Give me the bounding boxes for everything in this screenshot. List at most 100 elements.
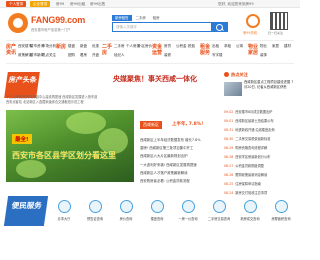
feature-photo[interactable]: 最全! 西安市各区县学区划分看这里 xyxy=(6,110,134,182)
search-tab-rent[interactable]: 租房 xyxy=(150,15,163,21)
nav-link[interactable]: 公寓 xyxy=(236,44,243,49)
hot-list-item[interactable]: 08-25 住房保障申请指南 xyxy=(224,180,294,189)
sub-news: 十三五规划|西安城市副中心建设再提速 西咸新区发展进入快车道 西安北客站 北站新… xyxy=(6,95,132,105)
service-item[interactable]: 新房成交查询 xyxy=(238,200,262,221)
service-item[interactable]: 办事大厅 xyxy=(52,200,76,221)
service-label: 房价查询 xyxy=(119,217,133,221)
nav-link[interactable]: 建材 xyxy=(284,44,291,49)
hot-item-date: 08-30 xyxy=(224,137,234,141)
nav-link[interactable]: 公积金 xyxy=(176,44,187,49)
service-strip: 办事大厅 预售证查询 房价查询 楼盘查询 一房一价查询 二手房交易查询 新房成交查询 房屋面积… xyxy=(40,196,298,248)
personal-login-button[interactable]: 个人登录 xyxy=(6,1,27,7)
hot-list-item[interactable]: 09-01 西咸新区最新土拍结果公布 xyxy=(224,117,294,126)
nav-link[interactable]: 团购 xyxy=(68,53,75,58)
nav-link[interactable]: 看房 xyxy=(80,53,87,58)
nav-link[interactable]: 楼盘 xyxy=(68,44,75,49)
hot-thumb-image[interactable] xyxy=(224,82,242,96)
hot-item-text: 公积金贷款额度调整 xyxy=(235,164,264,168)
nav-link[interactable]: 求租 xyxy=(224,44,231,49)
nav-group-title[interactable]: 物业家居 xyxy=(248,44,258,56)
search-tab-resale[interactable]: 二手房 xyxy=(133,15,149,21)
service-item[interactable]: 二手房交易查询 xyxy=(207,200,231,221)
service-icon xyxy=(150,200,164,213)
service-icon xyxy=(119,200,133,213)
hot-item-date: 09-01 xyxy=(224,119,234,123)
service-label: 新房成交查询 xyxy=(240,217,260,221)
hot-item-text: 地铁新线开通 沿线楼盘走俏 xyxy=(235,128,275,132)
top-link-2[interactable]: 房99出租 xyxy=(70,1,85,7)
hot-item-text: 限购政策最新消息解读 xyxy=(235,173,268,177)
nav-group-title[interactable]: 租金服务 xyxy=(200,44,210,56)
subject-title[interactable]: 上半年, 7.8%! xyxy=(172,121,203,127)
company-login-button[interactable]: 企业登录 xyxy=(30,1,51,7)
search-tab-new[interactable]: 新房租售 xyxy=(112,15,132,21)
nav-link[interactable]: 装修 xyxy=(164,53,171,58)
hot-title: 热点关注 xyxy=(231,72,248,77)
nav-link[interactable]: 装饰 xyxy=(260,53,267,58)
sub-news-item[interactable]: 西安北客站 北站新区入选国家级综合交通枢纽示范工程 xyxy=(6,100,132,105)
hot-list-item[interactable]: 08-26 限购政策最新消息解读 xyxy=(224,171,294,180)
nav-link[interactable]: 税费 xyxy=(188,44,195,49)
qr-code-icon xyxy=(270,12,288,30)
nav-link[interactable]: 出租 xyxy=(212,44,219,49)
service-label: 办事大厅 xyxy=(57,217,71,221)
hot-item-text: 新房交付验收注意事项 xyxy=(235,191,268,195)
service-icon xyxy=(88,200,102,213)
service-item[interactable]: 一房一价查询 xyxy=(176,200,200,221)
service-item[interactable]: 预售证查询 xyxy=(83,200,107,221)
service-icon xyxy=(57,200,71,213)
news-item[interactable]: 西咸新区人才落户政策最新解读 xyxy=(140,169,222,177)
search-button[interactable] xyxy=(212,22,228,32)
hotline-label: 房99热线 xyxy=(243,31,258,35)
nav-link[interactable]: 房贷 xyxy=(164,44,171,49)
headline-title[interactable]: 央媒聚焦！事关西咸一体化 xyxy=(60,74,250,84)
nav-group-title[interactable]: 资金运营 xyxy=(152,44,162,56)
nav-link[interactable]: 新盘 xyxy=(80,44,87,49)
nav-link[interactable]: 开盘 xyxy=(92,53,99,58)
nav-link[interactable]: 二手房 xyxy=(114,44,125,49)
news-item[interactable]: 西安购房者必看: 公积金贷款流程 xyxy=(140,177,222,185)
service-item[interactable]: 房屋面积查询 xyxy=(269,200,293,221)
hot-item-text: 购房资格查询流程详解 xyxy=(235,146,268,150)
news-item[interactable]: 重磅! 西咸新区第三批项目集中开工 xyxy=(140,144,222,152)
nav-link[interactable]: 小区房价 xyxy=(138,44,152,49)
nav-link[interactable]: 经纪人 xyxy=(114,53,125,58)
service-label: 二手房交易查询 xyxy=(207,217,231,221)
search-input[interactable]: 请输入关键字 xyxy=(112,22,212,32)
hot-list-item[interactable]: 08-27 公积金贷款额度调整 xyxy=(224,162,294,171)
hot-list-item[interactable]: 09-02 西安楼市8月成交数据出炉 xyxy=(224,108,294,117)
hot-list-item[interactable]: 08-29 购房资格查询流程详解 xyxy=(224,144,294,153)
nav-group-title[interactable]: 二手房 xyxy=(102,44,112,56)
hot-list-item[interactable]: 08-31 地铁新线开通 沿线楼盘走俏 xyxy=(224,126,294,135)
hot-item-date: 08-25 xyxy=(224,182,234,186)
nav-group-title[interactable]: 新房 xyxy=(56,44,66,50)
subject-tag[interactable]: 西咸新区 xyxy=(140,121,162,129)
main-nav: 房产资讯 西安楼市 楼市资讯 市场分析 政策解读 楼市新闻 热点关注 新房 楼盘 新盘 优惠 团购 看房… xyxy=(6,40,294,64)
hot-item-date: 08-24 xyxy=(224,191,234,195)
hot-list: 09-02 西安楼市8月成交数据出炉 09-01 西咸新区最新土拍结果公布 08-31 地… xyxy=(224,108,294,198)
hot-item-text: 二手房交易税费最新标准 xyxy=(235,137,271,141)
news-item[interactable]: 西咸新区六大片区最新规划出炉 xyxy=(140,152,222,160)
top-link-3[interactable]: 房99出售 xyxy=(90,1,105,7)
hot-item-date: 08-29 xyxy=(224,146,234,150)
nav-group-title[interactable]: 房产资讯 xyxy=(6,44,16,56)
news-item[interactable]: 一大波利好来袭! 西咸新区发展再提速 xyxy=(140,161,222,169)
nav-link[interactable]: 热点关注 xyxy=(42,53,56,58)
service-label: 一房一价查询 xyxy=(178,217,198,221)
service-item[interactable]: 楼盘查询 xyxy=(145,200,169,221)
site-logo[interactable]: FANG99.com xyxy=(31,15,85,25)
nav-link[interactable]: 优惠 xyxy=(92,44,99,49)
logo-icon[interactable] xyxy=(8,13,28,33)
nav-link[interactable]: 写字楼 xyxy=(212,53,223,58)
news-item[interactable]: 西咸新区上半年经济数据发布 增长7.8% xyxy=(140,136,222,144)
nav-link[interactable]: 物业 xyxy=(260,44,267,49)
nav-link[interactable]: 家居 xyxy=(272,44,279,49)
nav-link[interactable]: 市场分析 xyxy=(42,44,56,49)
hotline-icon xyxy=(246,14,260,28)
hot-list-item[interactable]: 08-28 西安学区房最新划分公布 xyxy=(224,153,294,162)
top-link-1[interactable]: 房99 xyxy=(56,1,64,7)
hot-feature-text[interactable]: 西咸新区重点工程项目建设进展 7月20日, 记者从西咸新区获悉 xyxy=(244,80,294,89)
hot-list-item[interactable]: 08-30 二手房交易税费最新标准 xyxy=(224,135,294,144)
news-list: 西咸新区上半年经济数据发布 增长7.8% 重磅! 西咸新区第三批项目集中开工 西咸新… xyxy=(140,136,222,185)
service-item[interactable]: 房价查询 xyxy=(114,200,138,221)
